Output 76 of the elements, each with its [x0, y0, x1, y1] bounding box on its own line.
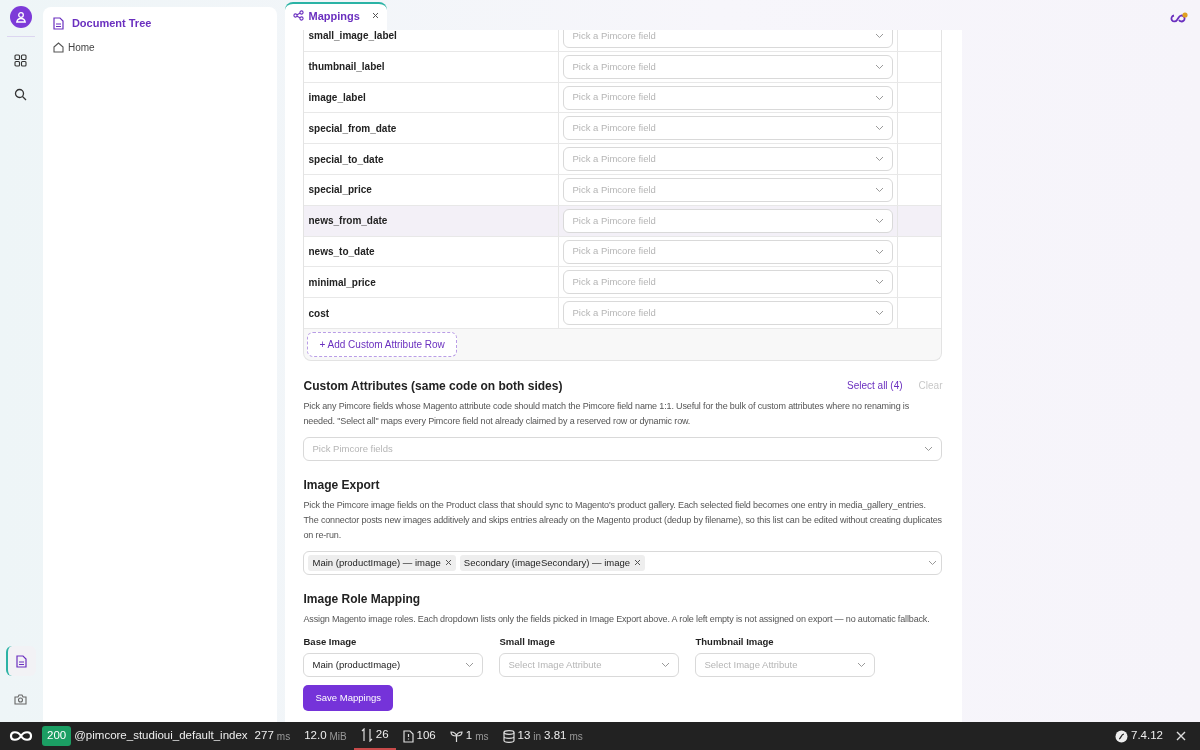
table-row[interactable]: thumbnail_label Pick a Pimcore field: [304, 51, 942, 83]
avatar[interactable]: [9, 6, 32, 28]
table-row[interactable]: special_price Pick a Pimcore field: [304, 175, 942, 206]
section-description: Pick the Pimcore image fields on the Product class that should sync to Magento's product gallery. Each selected field becomes one entry in media_gallery_entries. The connector posts new images additively and skips entries already on the Magento product (dedup by filename), so this list can be edited without creating duplicates on re-run.: [303, 498, 943, 542]
attribute-name: cost: [304, 298, 560, 328]
table-row[interactable]: special_to_date Pick a Pimcore field: [304, 144, 942, 175]
chevron-icon: [661, 662, 671, 669]
sprout-icon: [449, 729, 463, 743]
section-description: Pick any Pimcore fields whose Magento attribute code should match the Pimcore field name 1:1. Useful for the bulk of custom attributes where no renaming is needed. "Select all" maps every Pimcore field not already claimed by a reserved row or dynamic row.: [303, 399, 911, 428]
attribute-name: image_label: [304, 82, 560, 113]
home-icon: [52, 41, 64, 53]
select-all-link[interactable]: Select all (4): [847, 378, 903, 394]
route-name[interactable]: @pimcore_studioui_default_index: [74, 727, 248, 745]
attribute-name: special_from_date: [304, 113, 560, 144]
attribute-name: news_to_date: [304, 236, 560, 267]
attribute-name: news_from_date: [304, 205, 560, 236]
attribute-name: thumbnail_label: [304, 51, 560, 82]
sprout-metric[interactable]: 1 ms: [442, 722, 496, 750]
chevron-icon: [857, 662, 867, 669]
tag[interactable]: Main (productImage) — image: [308, 554, 456, 572]
chevron-icon: [875, 156, 885, 163]
files-metric[interactable]: 106: [395, 722, 443, 750]
tag[interactable]: Secondary (imageSecondary) — image: [459, 554, 646, 572]
chevron-icon: [875, 94, 885, 101]
table-row[interactable]: minimal_price Pick a Pimcore field: [304, 267, 942, 299]
image-fields-select[interactable]: Main (productImage) — image Secondary (imageSecondary) — image: [303, 550, 943, 575]
memory-metric[interactable]: 12.0 MiB: [297, 722, 354, 750]
attribute-name: special_price: [304, 175, 560, 205]
arrows-metric[interactable]: 26: [353, 722, 396, 750]
attribute-name: minimal_price: [304, 267, 560, 298]
chevron-icon: [875, 33, 885, 39]
chevron-icon: [924, 446, 934, 453]
section-heading: Custom Attributes (same code on both sides): [303, 377, 563, 395]
arrows-icon: [360, 728, 373, 742]
table-row[interactable]: news_to_date Pick a Pimcore field: [304, 236, 942, 268]
files-icon: [402, 729, 414, 743]
chevron-icon: [875, 63, 885, 70]
chevron-icon: [928, 559, 938, 566]
table-row[interactable]: image_label Pick a Pimcore field: [304, 82, 942, 114]
attribute-name: special_to_date: [304, 144, 560, 174]
tree-item[interactable]: Home: [67, 39, 95, 55]
close-icon[interactable]: [371, 12, 379, 20]
share-icon: [293, 10, 305, 22]
time-metric[interactable]: 277 ms: [247, 722, 298, 750]
document-icon: [52, 16, 64, 30]
chevron-icon: [875, 187, 885, 193]
field-label: Small Image: [499, 634, 556, 649]
database-metric[interactable]: 13 in 3.81 ms: [495, 722, 590, 750]
panel-title: Document Tree: [71, 16, 152, 31]
table-row[interactable]: cost Pick a Pimcore field: [304, 298, 942, 329]
document-icon[interactable]: [5, 646, 36, 676]
field-label: Base Image: [303, 634, 358, 649]
add-row-button[interactable]: + Add Custom Attribute Row: [307, 331, 457, 357]
image-attribute-select[interactable]: Main (productImage): [303, 653, 484, 678]
chevron-icon: [465, 662, 475, 669]
section-description: Assign Magento image roles. Each dropdown lists only the fields picked in Image Export above. A role left empty is not assigned on export — no automatic fallback.: [303, 612, 931, 626]
table-row[interactable]: special_from_date Pick a Pimcore field: [304, 113, 942, 145]
tab[interactable]: Mappings: [285, 1, 387, 30]
chevron-icon: [875, 125, 885, 132]
attribute-name: small_image_label: [304, 30, 560, 51]
symfony-version[interactable]: 7.4.12: [1108, 722, 1170, 750]
save-button[interactable]: Save Mappings: [303, 685, 393, 712]
chevron-icon: [875, 310, 885, 317]
status-badge: 200: [42, 726, 72, 746]
chevron-icon: [875, 217, 885, 224]
table-row[interactable]: news_from_date Pick a Pimcore field: [304, 205, 942, 237]
table-row[interactable]: small_image_label Pick a Pimcore field: [304, 30, 942, 52]
close-icon[interactable]: [634, 559, 642, 567]
chevron-icon: [875, 248, 885, 255]
section-heading: Image Role Mapping: [303, 590, 422, 608]
field-label: Thumbnail Image: [695, 634, 775, 649]
close-icon[interactable]: [444, 559, 452, 567]
chevron-icon: [875, 279, 885, 286]
toolbar-logo-icon[interactable]: [8, 729, 34, 743]
database-icon: [502, 729, 515, 743]
section-heading: Image Export: [303, 476, 381, 494]
